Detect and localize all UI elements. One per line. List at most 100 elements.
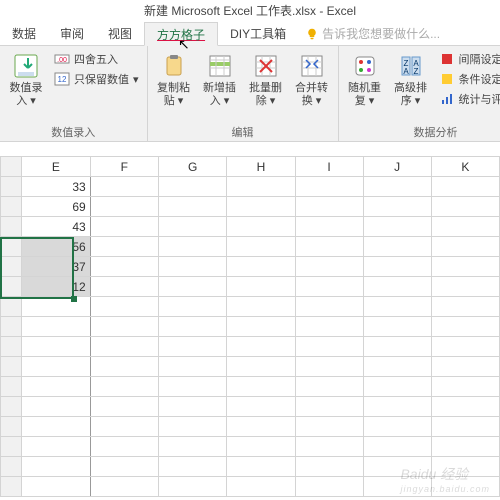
- cell[interactable]: 12: [22, 277, 91, 297]
- selection-handle[interactable]: [71, 296, 77, 302]
- cell[interactable]: [227, 237, 295, 257]
- cell[interactable]: [158, 437, 226, 457]
- cell[interactable]: [158, 177, 226, 197]
- cell[interactable]: [295, 397, 363, 417]
- cell[interactable]: [431, 217, 499, 237]
- cell[interactable]: [227, 217, 295, 237]
- stats-rating-button[interactable]: 统计与评级 ▾: [435, 90, 500, 108]
- cell[interactable]: [363, 337, 431, 357]
- tab-data[interactable]: 数据: [0, 22, 48, 45]
- cell[interactable]: [363, 237, 431, 257]
- cell[interactable]: [158, 197, 226, 217]
- cell[interactable]: [295, 277, 363, 297]
- merge-convert-button[interactable]: 合并转 换 ▾: [290, 48, 334, 110]
- keep-numbers-button[interactable]: 12 只保留数值 ▾: [50, 70, 143, 88]
- cell[interactable]: [295, 477, 363, 497]
- cell[interactable]: 37: [22, 257, 91, 277]
- column-header-I[interactable]: I: [295, 157, 363, 177]
- cell[interactable]: [90, 257, 158, 277]
- cell[interactable]: [363, 437, 431, 457]
- cell[interactable]: [90, 177, 158, 197]
- cell[interactable]: [22, 477, 91, 497]
- cell[interactable]: [363, 277, 431, 297]
- cell[interactable]: [158, 377, 226, 397]
- cell[interactable]: [431, 377, 499, 397]
- column-header-G[interactable]: G: [158, 157, 226, 177]
- cell[interactable]: [295, 357, 363, 377]
- cell[interactable]: [90, 317, 158, 337]
- cell[interactable]: [90, 337, 158, 357]
- cell[interactable]: 43: [22, 217, 91, 237]
- round-button[interactable]: .00 四舍五入: [50, 50, 143, 68]
- cell[interactable]: [363, 297, 431, 317]
- cell[interactable]: [431, 357, 499, 377]
- tab-fanggezi[interactable]: 方方格子: [144, 22, 218, 46]
- cell[interactable]: [158, 237, 226, 257]
- cell[interactable]: [363, 397, 431, 417]
- cell[interactable]: [295, 297, 363, 317]
- cell[interactable]: [431, 277, 499, 297]
- cell[interactable]: [295, 377, 363, 397]
- insert-button[interactable]: 新增插 入 ▾: [198, 48, 242, 110]
- conditional-color-button[interactable]: 条件设定颜色: [435, 70, 500, 88]
- interval-color-button[interactable]: 间隔设定颜色: [435, 50, 500, 68]
- cell[interactable]: [227, 457, 295, 477]
- cell[interactable]: [22, 317, 91, 337]
- cell[interactable]: [295, 437, 363, 457]
- cell[interactable]: [90, 477, 158, 497]
- cell[interactable]: [227, 257, 295, 277]
- cell[interactable]: [227, 477, 295, 497]
- cell[interactable]: [22, 297, 91, 317]
- cell[interactable]: [22, 337, 91, 357]
- copy-paste-button[interactable]: 复制粘 贴 ▾: [152, 48, 196, 110]
- cell[interactable]: [295, 217, 363, 237]
- cell[interactable]: 69: [22, 197, 91, 217]
- cell[interactable]: [431, 297, 499, 317]
- numeric-entry-button[interactable]: 数值录 入 ▾: [4, 48, 48, 110]
- cell[interactable]: [295, 417, 363, 437]
- cell[interactable]: [158, 357, 226, 377]
- cell[interactable]: [158, 457, 226, 477]
- cell[interactable]: [90, 197, 158, 217]
- cell[interactable]: [90, 377, 158, 397]
- cell[interactable]: [90, 237, 158, 257]
- cell[interactable]: [90, 417, 158, 437]
- cell[interactable]: [158, 417, 226, 437]
- cell[interactable]: [363, 217, 431, 237]
- cell[interactable]: [158, 337, 226, 357]
- batch-delete-button[interactable]: 批量删 除 ▾: [244, 48, 288, 110]
- cell[interactable]: [227, 317, 295, 337]
- cell[interactable]: [363, 417, 431, 437]
- cell[interactable]: [22, 397, 91, 417]
- random-dup-button[interactable]: 随机重 复 ▾: [343, 48, 387, 110]
- cell[interactable]: [158, 277, 226, 297]
- cell[interactable]: [90, 357, 158, 377]
- cell[interactable]: [158, 477, 226, 497]
- cell[interactable]: [363, 257, 431, 277]
- cell[interactable]: [295, 317, 363, 337]
- cell[interactable]: [227, 397, 295, 417]
- cell[interactable]: [158, 297, 226, 317]
- cell[interactable]: [227, 357, 295, 377]
- cell[interactable]: [227, 377, 295, 397]
- column-header-H[interactable]: H: [227, 157, 295, 177]
- cell[interactable]: [363, 357, 431, 377]
- cell[interactable]: [431, 317, 499, 337]
- cell[interactable]: [227, 297, 295, 317]
- cell[interactable]: [227, 437, 295, 457]
- advanced-sort-button[interactable]: ZAAZ 高级排 序 ▾: [389, 48, 433, 110]
- cell[interactable]: 56: [22, 237, 91, 257]
- cell[interactable]: [431, 177, 499, 197]
- cell[interactable]: [227, 177, 295, 197]
- cell[interactable]: [431, 337, 499, 357]
- cell[interactable]: [295, 197, 363, 217]
- cell[interactable]: [431, 437, 499, 457]
- cell[interactable]: [431, 237, 499, 257]
- cell[interactable]: [90, 277, 158, 297]
- cell[interactable]: [363, 197, 431, 217]
- column-header-F[interactable]: F: [90, 157, 158, 177]
- cell[interactable]: [90, 437, 158, 457]
- cell[interactable]: [158, 257, 226, 277]
- cell[interactable]: [295, 237, 363, 257]
- cell[interactable]: [158, 397, 226, 417]
